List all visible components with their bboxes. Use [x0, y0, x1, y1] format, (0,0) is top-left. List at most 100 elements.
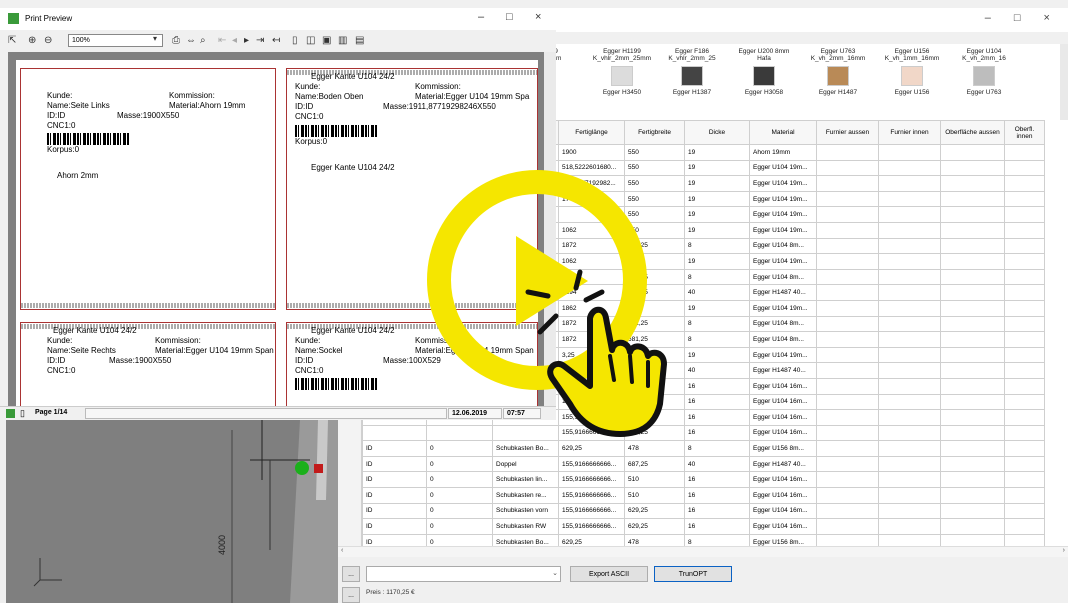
table-cell[interactable]: 681,25	[624, 331, 685, 348]
table-cell[interactable]: 550	[624, 299, 685, 317]
table-cell[interactable]	[816, 393, 879, 411]
maximize-icon[interactable]: □	[506, 11, 513, 23]
grid-horizontal-scrollbar[interactable]: ‹ ›	[338, 546, 1068, 557]
table-cell[interactable]	[878, 440, 941, 457]
table-cell[interactable]	[1004, 471, 1045, 489]
table-cell[interactable]: 16	[684, 409, 750, 426]
table-cell[interactable]	[816, 253, 879, 270]
table-cell[interactable]: ID	[362, 455, 427, 473]
table-row[interactable]: ID 0 Schubkasten vorn 155,9166666666... 629,…	[362, 502, 1045, 520]
table-cell[interactable]: 16	[684, 502, 750, 520]
table-cell[interactable]: Egger U104 19m...	[749, 159, 817, 177]
table-cell[interactable]	[1004, 315, 1045, 333]
table-cell[interactable]	[816, 424, 879, 442]
table-cell[interactable]: 687,25	[624, 284, 685, 301]
table-cell[interactable]: 19	[684, 299, 750, 317]
table-cell[interactable]: 19	[684, 159, 750, 177]
table-cell[interactable]: Egger U104 19m...	[749, 175, 817, 192]
column-header[interactable]: Furnier innen	[878, 120, 941, 145]
table-cell[interactable]: Ahorn 19mm	[749, 144, 817, 161]
table-cell[interactable]: ID	[362, 487, 427, 504]
table-cell[interactable]: ID	[362, 471, 427, 489]
table-cell[interactable]: Schubkasten re...	[492, 487, 559, 504]
table-cell[interactable]: ID	[362, 518, 427, 535]
table-cell[interactable]	[1004, 206, 1045, 223]
table-cell[interactable]	[878, 206, 941, 223]
table-cell[interactable]	[492, 424, 559, 442]
table-cell[interactable]: 16	[684, 424, 750, 442]
table-cell[interactable]: 629,25	[624, 409, 685, 426]
table-cell[interactable]: 0	[426, 455, 493, 473]
multi-page-icon[interactable]: ▣	[322, 35, 331, 46]
table-cell[interactable]	[940, 237, 1005, 255]
table-cell[interactable]	[816, 206, 879, 223]
zoom-in-icon[interactable]: ⊕	[28, 35, 36, 46]
table-cell[interactable]	[816, 471, 879, 489]
table-cell[interactable]: 1911,877192982...	[558, 175, 625, 192]
table-cell[interactable]: 155,9166666666...	[558, 471, 625, 489]
table-cell[interactable]: 687,25	[624, 362, 685, 379]
table-cell[interactable]	[878, 144, 941, 161]
table-cell[interactable]: 155,9166666666...	[558, 393, 625, 411]
table-cell[interactable]	[816, 331, 879, 348]
table-cell[interactable]: 19	[684, 175, 750, 192]
table-cell[interactable]: 550	[624, 175, 685, 192]
scroll-right-icon[interactable]: ›	[1063, 547, 1065, 554]
options-button-2[interactable]: ...	[342, 587, 360, 603]
table-cell[interactable]	[940, 393, 1005, 411]
export-format-select[interactable]: ⌄	[366, 566, 561, 582]
table-cell[interactable]: 550	[624, 253, 685, 270]
table-cell[interactable]: 8	[684, 268, 750, 286]
export-icon[interactable]: ⇔	[186, 35, 196, 46]
table-row[interactable]: ID0Doppel155,9166666666...687,2540Egger …	[362, 455, 1045, 473]
table-cell[interactable]	[878, 221, 941, 239]
table-cell[interactable]: 16	[684, 487, 750, 504]
table-cell[interactable]: 629,25	[624, 424, 685, 442]
material-swatch[interactable]: Egger U200 8mm Hafa Egger H3058	[728, 48, 800, 103]
table-cell[interactable]: Egger U104 16m...	[749, 377, 817, 395]
table-cell[interactable]	[878, 190, 941, 208]
app-window-controls[interactable]: – □ ×	[985, 12, 1060, 24]
table-cell[interactable]: 1872	[558, 268, 625, 286]
two-page-icon[interactable]: ◫	[306, 35, 315, 46]
table-cell[interactable]	[878, 284, 941, 301]
table-cell[interactable]: Egger U104 8m...	[749, 331, 817, 348]
table-cell[interactable]: Egger U104 16m...	[749, 502, 817, 520]
table-cell[interactable]	[878, 315, 941, 333]
table-cell[interactable]: 0	[426, 502, 493, 520]
table-cell[interactable]: Egger U104 19m...	[749, 299, 817, 317]
table-cell[interactable]: 155,9166666666...	[558, 377, 625, 395]
table-cell[interactable]	[1004, 362, 1045, 379]
table-cell[interactable]	[1004, 331, 1045, 348]
table-cell[interactable]	[1004, 518, 1045, 535]
table-cell[interactable]	[940, 409, 1005, 426]
table-cell[interactable]	[816, 284, 879, 301]
table-row[interactable]: ID 0 Schubkasten Bo... 629,25 478 8 Egger U156…	[362, 440, 1045, 457]
table-cell[interactable]: Egger U104 19m...	[749, 221, 817, 239]
goto-page-icon[interactable]: ↤	[272, 35, 280, 46]
table-cell[interactable]	[1004, 159, 1045, 177]
table-cell[interactable]: Schubkasten RW	[492, 518, 559, 535]
table-cell[interactable]: Doppel	[492, 455, 559, 473]
table-cell[interactable]	[878, 362, 941, 379]
table-cell[interactable]: 0	[426, 471, 493, 489]
export-ascii-button[interactable]: Export ASCII	[570, 566, 648, 582]
table-cell[interactable]: Egger H1487 40...	[749, 362, 817, 379]
table-cell[interactable]: 155,9166666666...	[558, 424, 625, 442]
table-cell[interactable]	[878, 331, 941, 348]
table-cell[interactable]	[878, 471, 941, 489]
table-cell[interactable]	[816, 487, 879, 504]
table-cell[interactable]: Egger U104 16m...	[749, 393, 817, 411]
table-cell[interactable]	[816, 440, 879, 457]
table-cell[interactable]: 40	[684, 362, 750, 379]
table-cell[interactable]: Egger U104 19m...	[749, 253, 817, 270]
table-cell[interactable]: 19	[684, 190, 750, 208]
table-cell[interactable]	[940, 377, 1005, 395]
table-cell[interactable]: 155,9166666666...	[558, 455, 625, 473]
table-cell[interactable]	[1004, 440, 1045, 457]
column-header[interactable]: Oberfl. innen	[1004, 120, 1045, 145]
last-page-icon[interactable]: ⇥	[256, 35, 264, 46]
table-cell[interactable]	[940, 284, 1005, 301]
column-header[interactable]: Material	[749, 120, 817, 145]
table-cell[interactable]: 629,25	[558, 440, 625, 457]
